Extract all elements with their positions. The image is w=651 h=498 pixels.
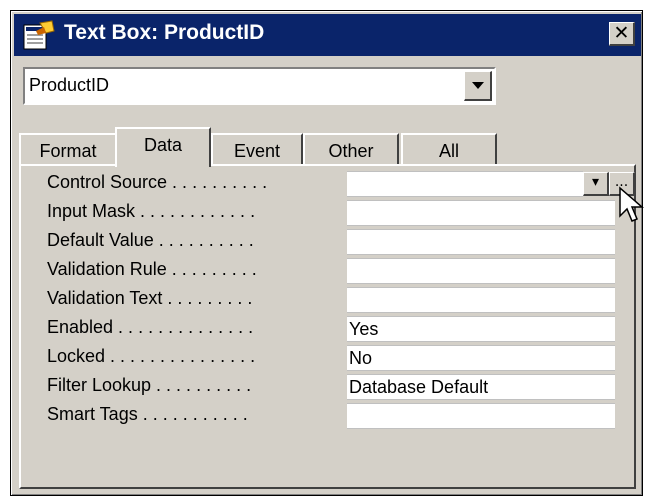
property-row-locked: Locked . . . . . . . . . . . . . . . No xyxy=(21,344,621,372)
properties-panel: Control Source . . . . . . . . . . ▾ ...… xyxy=(19,164,636,489)
validation-text-field[interactable] xyxy=(347,287,615,313)
chevron-down-icon: ▾ xyxy=(591,174,600,190)
property-label: Validation Rule . . . . . . . . . xyxy=(47,259,257,279)
control-source-field[interactable] xyxy=(347,171,583,197)
window-title: Text Box: ProductID xyxy=(64,21,265,44)
mouse-cursor-icon xyxy=(619,186,644,222)
locked-field[interactable]: No xyxy=(347,345,615,371)
default-value-field[interactable] xyxy=(347,229,615,255)
enabled-field[interactable]: Yes xyxy=(347,316,615,342)
close-icon: ✕ xyxy=(613,22,630,44)
property-label: Default Value . . . . . . . . . . xyxy=(47,230,254,250)
property-label: Validation Text . . . . . . . . . xyxy=(47,288,253,308)
property-label: Enabled . . . . . . . . . . . . . . xyxy=(47,317,254,337)
object-selector-dropdown[interactable]: ProductID xyxy=(23,67,496,105)
tab-format[interactable]: Format xyxy=(19,133,117,167)
tab-all[interactable]: All xyxy=(401,133,497,167)
chevron-down-icon[interactable] xyxy=(464,71,492,101)
property-label: Smart Tags . . . . . . . . . . . xyxy=(47,404,248,424)
object-selector-value: ProductID xyxy=(29,75,110,95)
property-label: Control Source . . . . . . . . . . xyxy=(47,172,268,192)
property-row-filter-lookup: Filter Lookup . . . . . . . . . . Databa… xyxy=(21,373,621,401)
property-row-input-mask: Input Mask . . . . . . . . . . . . xyxy=(21,199,621,227)
property-row-validation-text: Validation Text . . . . . . . . . xyxy=(21,286,621,314)
property-row-control-source: Control Source . . . . . . . . . . ▾ ... xyxy=(21,170,635,198)
validation-rule-field[interactable] xyxy=(347,258,615,284)
smart-tags-field[interactable] xyxy=(347,403,615,429)
property-sheet-window: Text Box: ProductID ✕ ProductID Format D… xyxy=(10,10,643,496)
property-row-smart-tags: Smart Tags . . . . . . . . . . . xyxy=(21,402,621,430)
title-bar[interactable]: Text Box: ProductID ✕ xyxy=(14,14,641,56)
input-mask-field[interactable] xyxy=(347,200,615,226)
close-button[interactable]: ✕ xyxy=(609,22,635,46)
property-sheet-icon xyxy=(23,20,55,50)
property-label: Locked . . . . . . . . . . . . . . . xyxy=(47,346,256,366)
property-row-enabled: Enabled . . . . . . . . . . . . . . Yes xyxy=(21,315,621,343)
tab-event[interactable]: Event xyxy=(211,133,303,167)
tab-data[interactable]: Data xyxy=(115,127,211,167)
property-label: Filter Lookup . . . . . . . . . . xyxy=(47,375,252,395)
property-label: Input Mask . . . . . . . . . . . . xyxy=(47,201,256,221)
property-row-default-value: Default Value . . . . . . . . . . xyxy=(21,228,621,256)
control-source-dropdown-button[interactable]: ▾ xyxy=(583,172,609,196)
filter-lookup-field[interactable]: Database Default xyxy=(347,374,615,400)
tab-other[interactable]: Other xyxy=(303,133,399,167)
property-row-validation-rule: Validation Rule . . . . . . . . . xyxy=(21,257,621,285)
